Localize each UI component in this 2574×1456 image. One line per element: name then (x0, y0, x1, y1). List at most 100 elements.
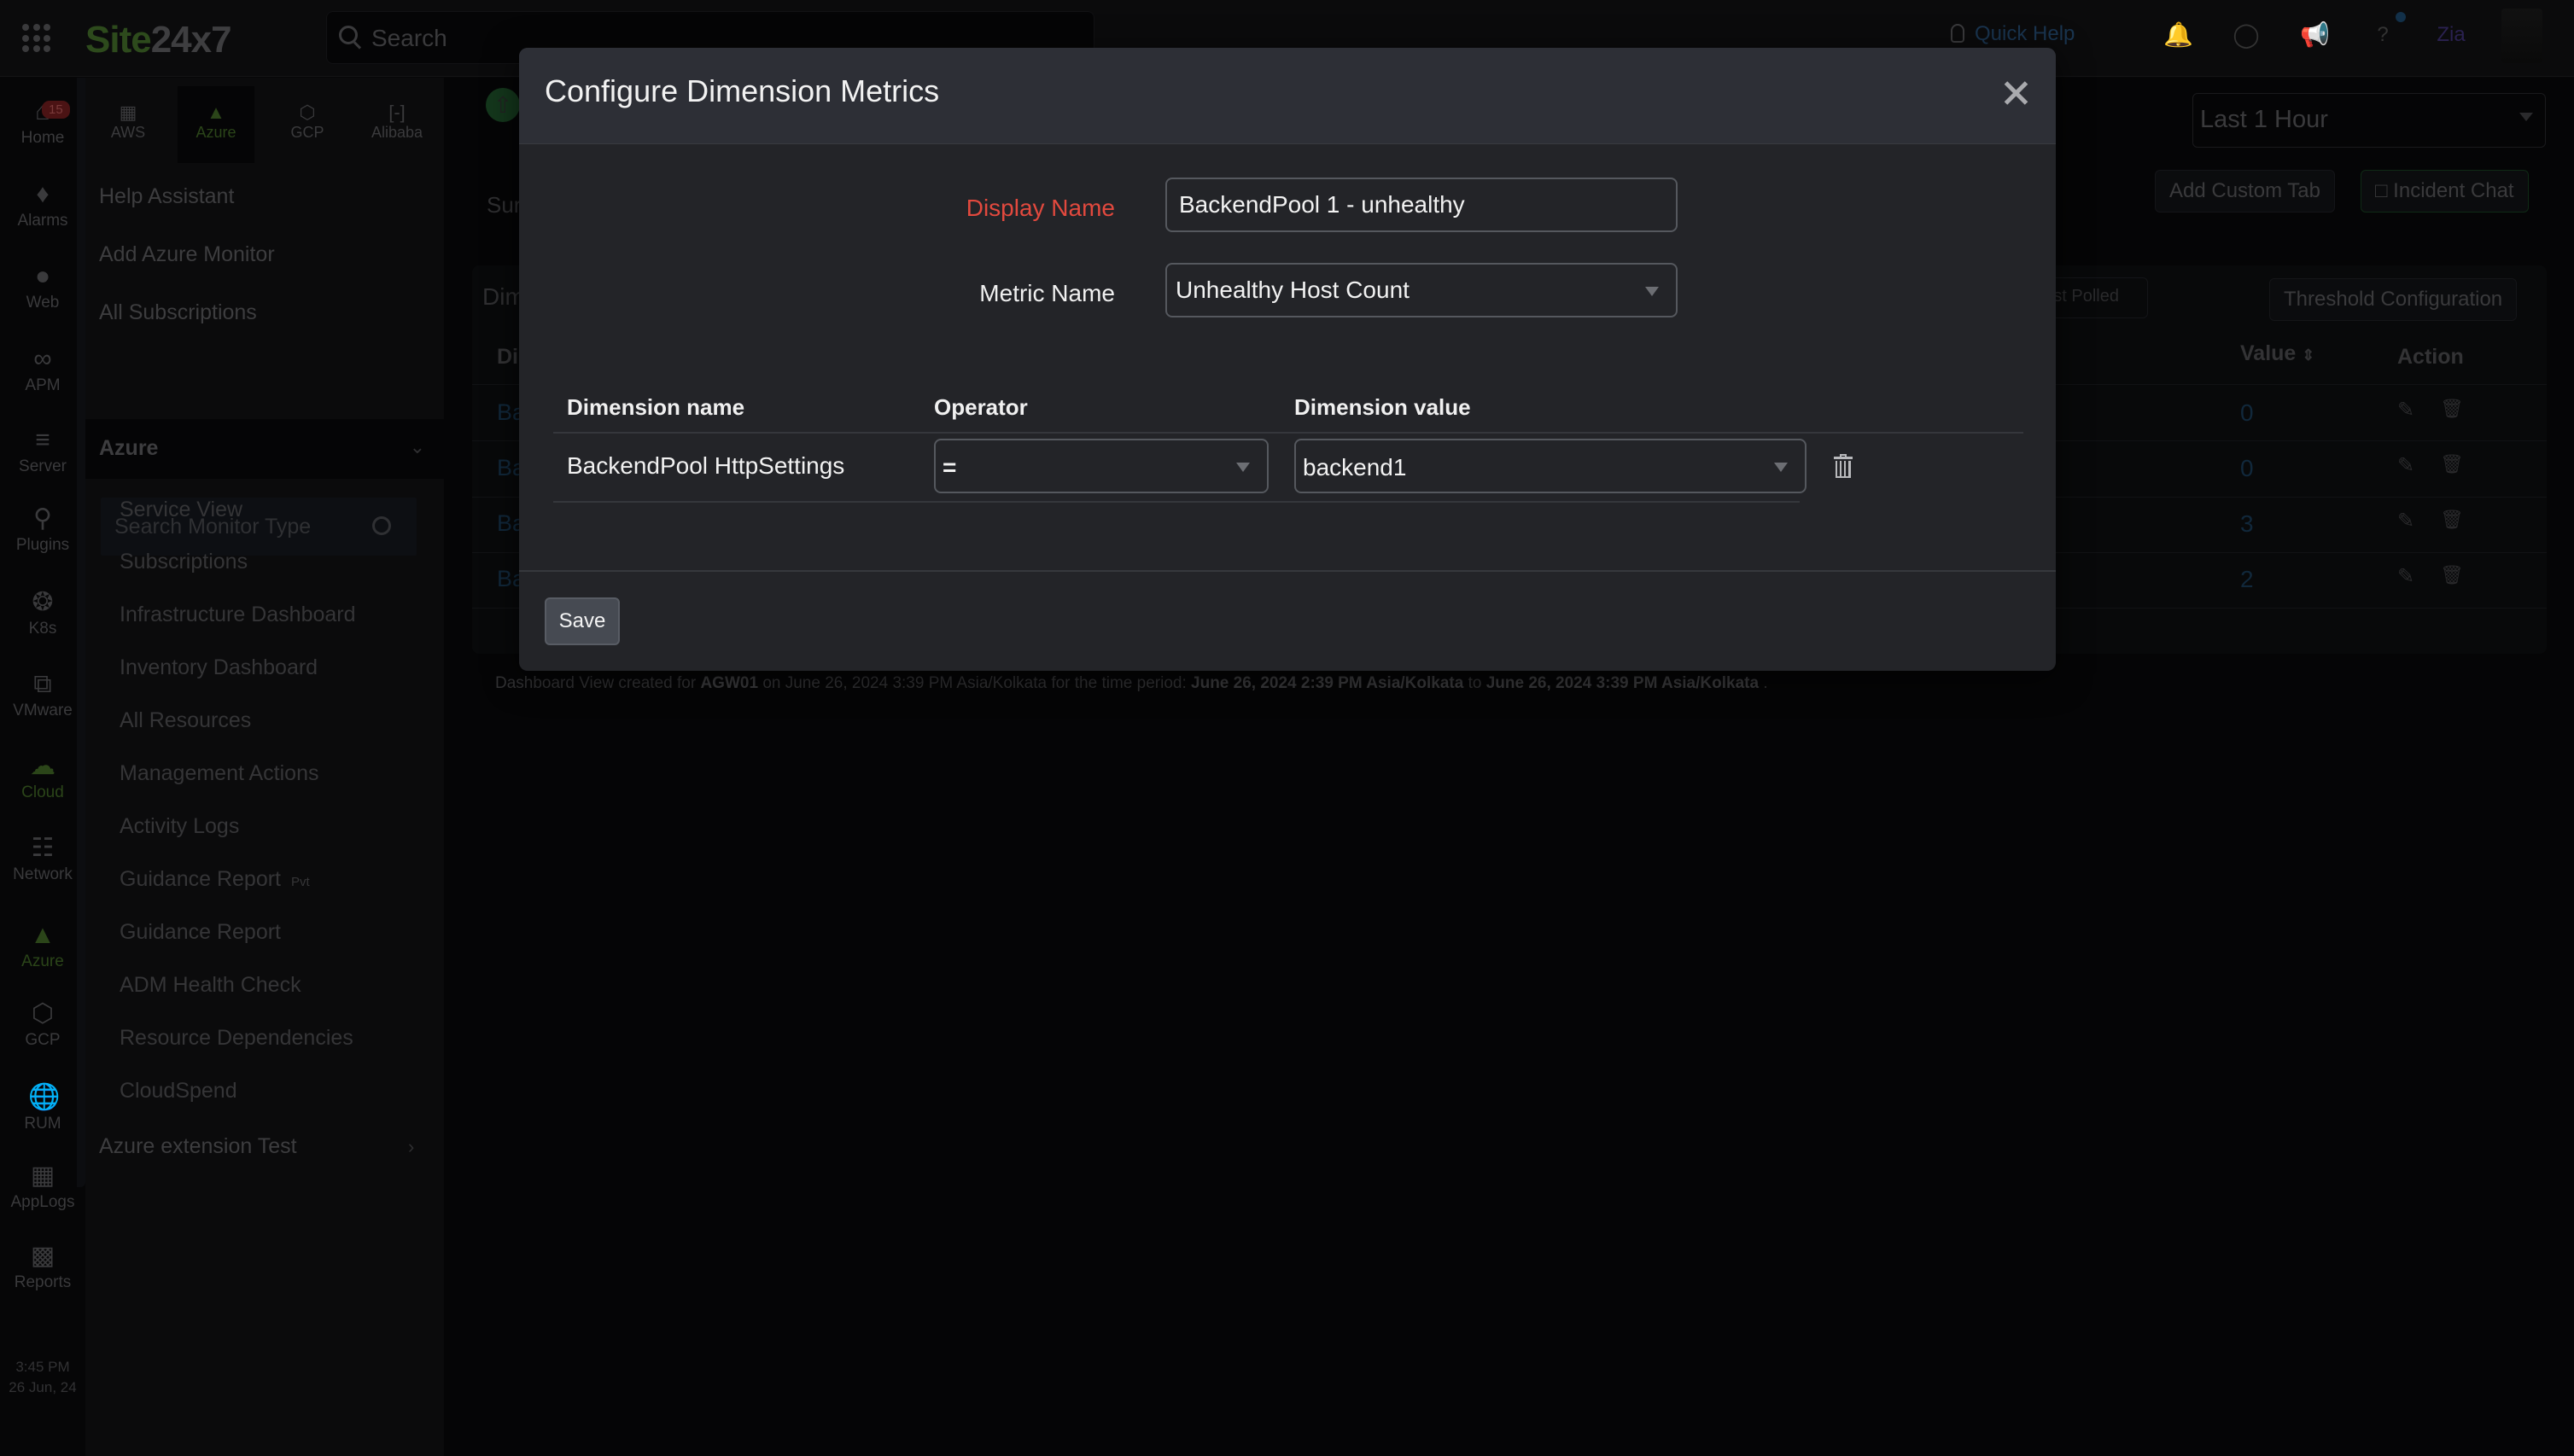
shield-icon[interactable]: ◯ (2232, 20, 2261, 50)
announcement-megaphone-icon[interactable]: 📢 (2300, 20, 2330, 50)
alarms-count-badge: 15 (42, 101, 70, 119)
table-row-value[interactable]: 0 (2240, 399, 2254, 427)
operator-select[interactable]: = (934, 439, 1269, 493)
dropdown-arrow-icon (2519, 113, 2533, 121)
sidebar-item-management-actions[interactable]: Management Actions (120, 761, 318, 786)
chat-icon: □ (2375, 179, 2394, 202)
rail-item-alarms[interactable]: ♦ Alarms (0, 181, 85, 230)
dashboard-view-footnote: Dashboard View created for AGW01 on June… (495, 674, 1768, 692)
rail-item-vmware[interactable]: ⧉ VMware (0, 671, 85, 720)
rail-item-applogs[interactable]: ▦ AppLogs (0, 1162, 85, 1212)
tab-aws[interactable]: ▦ AWS (90, 86, 166, 163)
sidebar-item-guidance-report[interactable]: Guidance Report (120, 920, 281, 945)
sort-icon: ⇕ (2302, 347, 2315, 364)
rail-item-server[interactable]: ≡ Server (0, 427, 85, 476)
azure-section-header[interactable]: Azure ⌄ (85, 419, 444, 479)
edit-pencil-icon[interactable]: ✎ (2397, 398, 2414, 422)
azure-icon: ▲ (30, 921, 55, 949)
configure-dimension-metrics-dialog: Configure Dimension Metrics Display Name… (519, 48, 2056, 671)
delete-trash-icon[interactable]: 🗑 (2440, 509, 2464, 531)
upgrade-arrow-icon[interactable]: ⇧ (486, 88, 520, 122)
table-row-value[interactable]: 0 (2240, 455, 2254, 482)
gcp-icon: ⬡ (299, 102, 316, 123)
display-name-label: Display Name (966, 195, 1115, 221)
chevron-down-icon: ⌄ (409, 436, 425, 457)
sidebar-item-guidance-report-pvt[interactable]: Guidance Report Pvt (120, 867, 310, 892)
kubernetes-icon: ❂ (32, 588, 54, 616)
rail-item-apm[interactable]: ∞ APM (0, 346, 85, 395)
aws-icon: ▦ (119, 102, 137, 123)
bell-icon: ♦ (36, 180, 50, 208)
tab-summary[interactable]: Sur (487, 192, 521, 218)
metric-name-label: Metric Name (979, 280, 1115, 306)
rail-item-web[interactable]: ● Web (0, 263, 85, 312)
delete-dimension-trash-icon[interactable] (1834, 454, 1853, 480)
user-avatar[interactable] (2501, 9, 2542, 63)
sidebar-item-service-view[interactable]: Service View (120, 498, 242, 522)
edit-pencil-icon[interactable]: ✎ (2397, 564, 2414, 589)
applogs-icon: ▦ (30, 1162, 55, 1190)
sidebar-item-resource-dependencies[interactable]: Resource Dependencies (120, 1026, 353, 1051)
help-question-icon[interactable]: ? (2368, 20, 2397, 50)
binoculars-icon: ∞ (33, 345, 52, 373)
time-period-select[interactable]: Last 1 Hour (2192, 93, 2546, 148)
table-row-divider (553, 501, 1800, 503)
column-header-display: Di (497, 345, 518, 369)
rail-item-reports[interactable]: ▩ Reports (0, 1243, 85, 1292)
edit-pencil-icon[interactable]: ✎ (2397, 453, 2414, 478)
column-header-dimension-value: Dimension value (1294, 394, 1471, 420)
threshold-configuration-button[interactable]: Threshold Configuration (2269, 278, 2518, 321)
sidebar-item-all-resources[interactable]: All Resources (120, 708, 251, 733)
dialog-header: Configure Dimension Metrics (519, 48, 2056, 144)
site24x7-logo[interactable]: Site24x7 (85, 19, 232, 61)
table-row-value[interactable]: 3 (2240, 510, 2254, 538)
add-azure-monitor-link[interactable]: Add Azure Monitor (99, 242, 275, 267)
sidebar-item-infrastructure-dashboard[interactable]: Infrastructure Dashboard (120, 603, 356, 627)
incident-chat-button[interactable]: □ Incident Chat (2361, 170, 2529, 213)
column-header-value[interactable]: Value ⇕ (2240, 341, 2314, 366)
cloud-icon: ☁ (30, 752, 55, 780)
sidebar-item-activity-logs[interactable]: Activity Logs (120, 814, 239, 839)
chevron-right-icon: › (408, 1136, 415, 1157)
server-icon: ≡ (35, 426, 50, 454)
metric-name-select[interactable]: Unhealthy Host Count (1165, 263, 1678, 317)
delete-trash-icon[interactable]: 🗑 (2440, 453, 2464, 475)
lightbulb-icon (1951, 24, 1964, 43)
edit-pencil-icon[interactable]: ✎ (2397, 509, 2414, 533)
display-name-input[interactable]: BackendPool 1 - unhealthy (1165, 178, 1678, 232)
add-custom-tab-button[interactable]: Add Custom Tab (2155, 170, 2335, 213)
help-assistant-link[interactable]: Help Assistant (99, 184, 234, 209)
sidebar-item-subscriptions[interactable]: Subscriptions (120, 550, 248, 574)
rail-item-gcp[interactable]: ⬡ GCP (0, 1000, 85, 1050)
rail-item-network[interactable]: ☷ Network (0, 835, 85, 884)
rail-item-azure[interactable]: ▲ Azure (0, 922, 85, 971)
current-time: 3:45 PM 26 Jun, 24 (9, 1359, 77, 1395)
azure-icon: ▲ (207, 102, 225, 123)
zia-icon[interactable]: Zia (2437, 20, 2466, 50)
notifications-bell-icon[interactable]: 🔔 (2163, 20, 2193, 50)
table-row-value[interactable]: 2 (2240, 566, 2254, 593)
sidebar-item-adm-health-check[interactable]: ADM Health Check (120, 973, 301, 998)
sidebar-item-cloudspend[interactable]: CloudSpend (120, 1079, 237, 1104)
tab-gcp[interactable]: ⬡ GCP (269, 86, 346, 163)
column-header-dimension-name: Dimension name (567, 394, 745, 420)
tab-azure[interactable]: ▲ Azure (178, 86, 254, 163)
azure-extension-test-section[interactable]: Azure extension Test (99, 1134, 297, 1159)
rail-item-plugins[interactable]: ⚲ Plugins (0, 505, 85, 555)
rail-item-rum[interactable]: 🌐 RUM (0, 1084, 85, 1133)
close-icon[interactable] (2001, 79, 2030, 108)
save-button[interactable]: Save (545, 597, 620, 645)
alibaba-icon: [-] (388, 102, 406, 123)
tab-alibaba[interactable]: [-] Alibaba (359, 86, 435, 163)
delete-trash-icon[interactable]: 🗑 (2440, 398, 2464, 420)
sidebar-item-inventory-dashboard[interactable]: Inventory Dashboard (120, 655, 318, 680)
quick-help-link[interactable]: Quick Help (1951, 22, 2075, 46)
dialog-footer-divider (519, 570, 2056, 572)
delete-trash-icon[interactable]: 🗑 (2440, 564, 2464, 586)
rail-item-k8s[interactable]: ❂ K8s (0, 589, 85, 638)
help-notification-dot (2396, 12, 2406, 22)
apps-grid-icon[interactable] (22, 24, 51, 53)
all-subscriptions-link[interactable]: All Subscriptions (99, 300, 257, 325)
rail-item-cloud[interactable]: ☁ Cloud (0, 753, 85, 802)
dimension-value-select[interactable]: backend1 (1294, 439, 1806, 493)
